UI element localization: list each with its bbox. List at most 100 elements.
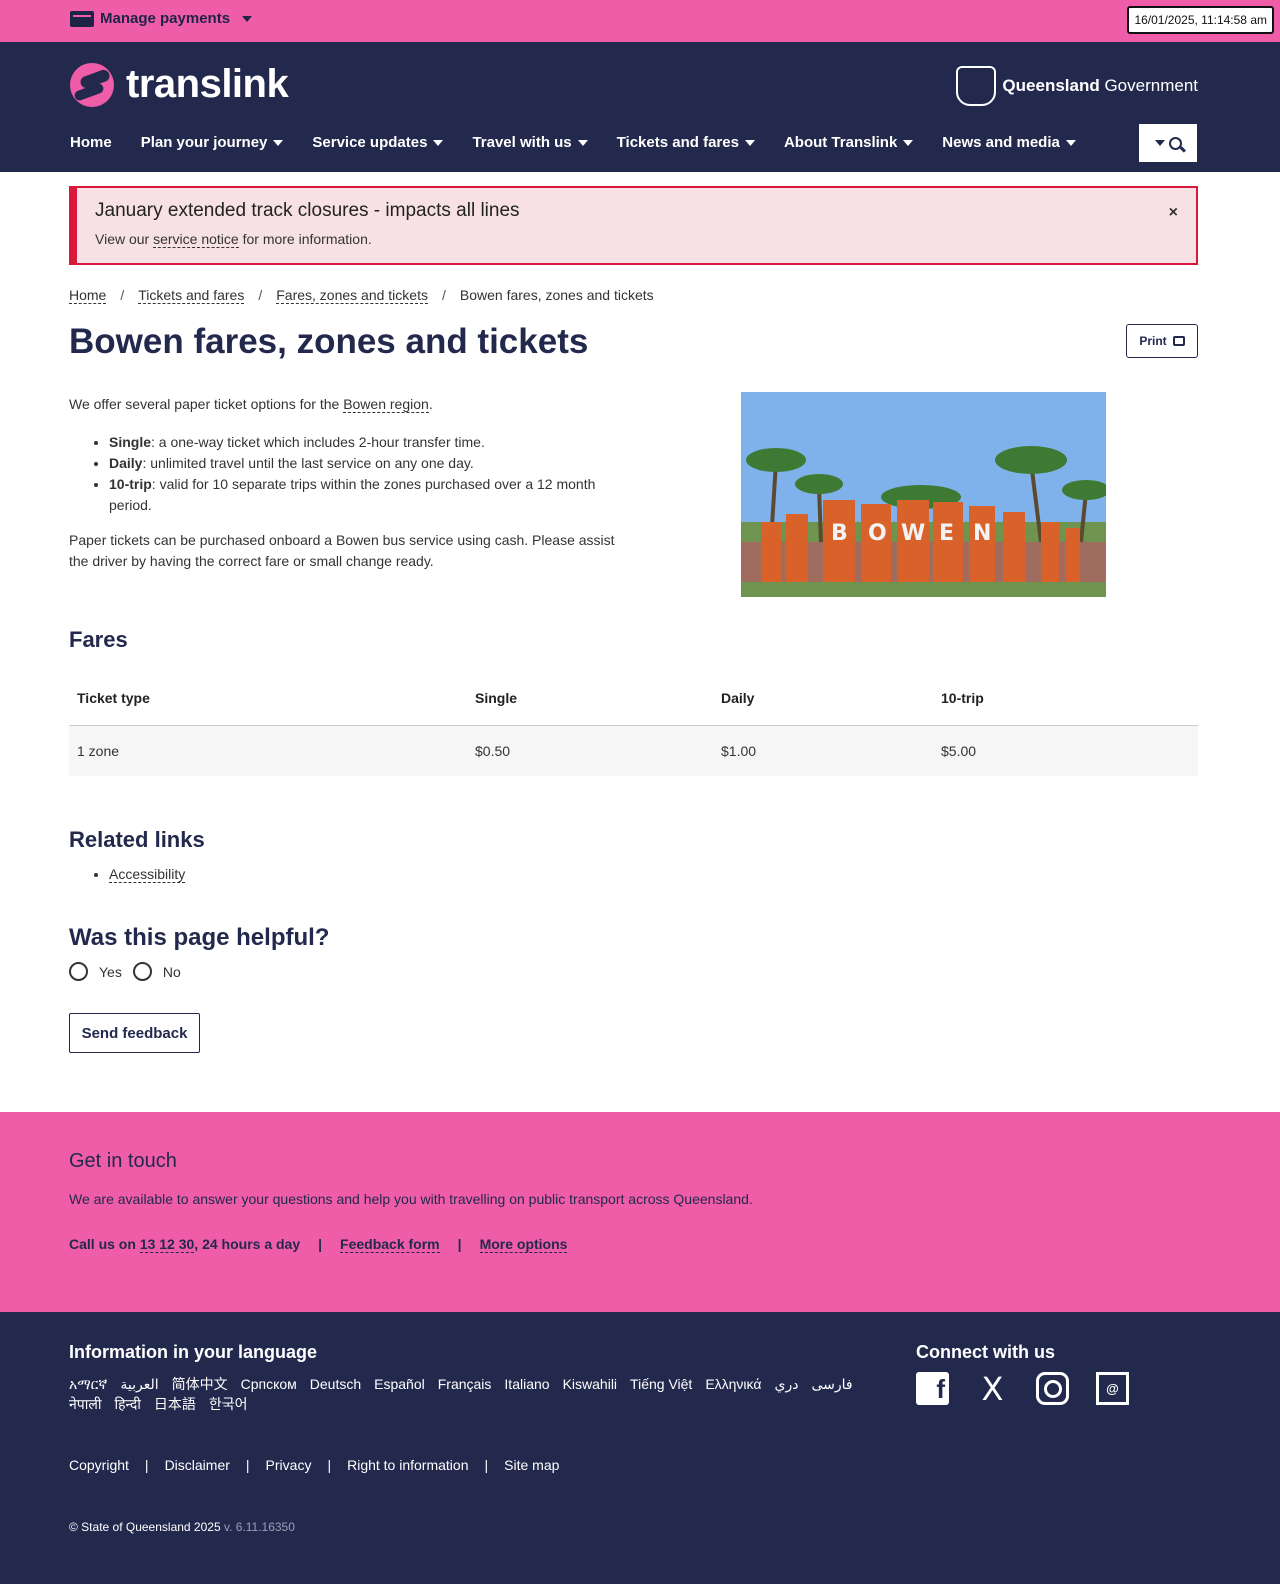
instagram-icon[interactable] [1036, 1372, 1069, 1405]
fares-table: Ticket type Single Daily 10-trip 1 zone … [69, 672, 1198, 776]
purchase-note: Paper tickets can be purchased onboard a… [69, 532, 615, 569]
breadcrumb-home[interactable]: Home [69, 287, 107, 304]
language-link[interactable]: فارسی [811, 1374, 852, 1394]
nav-home[interactable]: Home [70, 134, 112, 151]
language-link[interactable]: Deutsch [310, 1374, 361, 1394]
send-feedback-button[interactable]: Send feedback [69, 1013, 200, 1053]
language-link[interactable]: دري [774, 1374, 798, 1394]
nav-tickets-and-fares[interactable]: Tickets and fares [617, 134, 755, 151]
yes-label[interactable]: Yes [99, 964, 122, 980]
breadcrumb-fares-zones-tickets[interactable]: Fares, zones and tickets [276, 287, 428, 304]
column-header: Single [467, 672, 713, 726]
language-link[interactable]: हिन्दी [114, 1394, 140, 1414]
more-options-link[interactable]: More options [479, 1236, 568, 1253]
breadcrumb-separator: / [441, 287, 446, 303]
link-separator: | [457, 1236, 462, 1252]
feedback-form-link[interactable]: Feedback form [340, 1236, 440, 1253]
ticket-desc: : a one-way ticket which includes 2-hour… [151, 434, 485, 450]
link-separator: | [484, 1457, 489, 1473]
chevron-down-icon [903, 139, 914, 146]
alert-body-prefix: View our [95, 231, 154, 247]
nav-service-updates[interactable]: Service updates [312, 134, 444, 151]
table-cell: $1.00 [713, 725, 933, 776]
yes-radio[interactable] [69, 962, 88, 981]
manage-payments-label: Manage payments [100, 10, 231, 27]
fares-heading: Fares [69, 627, 128, 652]
table-cell: $0.50 [467, 725, 713, 776]
copyright-link[interactable]: Copyright [69, 1457, 129, 1473]
close-icon[interactable]: × [1169, 204, 1178, 222]
connect-heading: Connect with us [916, 1342, 1055, 1362]
breadcrumb: Home / Tickets and fares / Fares, zones … [69, 287, 654, 304]
queensland-government-logo[interactable]: Queensland Government [956, 66, 1198, 106]
bowen-sign-photo: B O W E N [741, 392, 1106, 597]
search-button[interactable] [1139, 124, 1197, 162]
manage-payments-menu[interactable]: Manage payments [70, 10, 253, 27]
language-link[interactable]: Tiếng Việt [630, 1374, 692, 1394]
printer-icon [1172, 336, 1185, 346]
list-item: 10-trip: valid for 10 separate trips wit… [109, 474, 629, 516]
column-header: 10-trip [933, 672, 1198, 726]
facebook-icon[interactable]: f [916, 1372, 949, 1405]
service-notice-link[interactable]: service notice [153, 231, 239, 248]
translink-logo-icon [70, 62, 114, 107]
version-label: v. 6.11.16350 [220, 1520, 295, 1534]
no-label[interactable]: No [163, 964, 181, 980]
language-link[interactable]: Српском [241, 1374, 297, 1394]
chevron-down-icon [433, 139, 444, 146]
privacy-link[interactable]: Privacy [266, 1457, 312, 1473]
ticket-name: Daily [109, 455, 143, 471]
language-heading: Information in your language [69, 1342, 318, 1362]
site-header: translink Queensland Government Home Pla… [0, 42, 1280, 172]
no-radio[interactable] [132, 962, 152, 981]
language-link[interactable]: አማርኛ [69, 1374, 107, 1394]
nav-plan-your-journey[interactable]: Plan your journey [141, 134, 284, 151]
list-item: Single: a one-way ticket which includes … [109, 432, 629, 453]
language-link[interactable]: Ελληνικά [705, 1374, 761, 1394]
site-map-link[interactable]: Site map [504, 1457, 559, 1473]
ticket-name: 10-trip [109, 476, 152, 492]
x-icon[interactable]: X [976, 1370, 1009, 1408]
bowen-region-link[interactable]: Bowen region [343, 396, 429, 413]
language-link[interactable]: Italiano [504, 1374, 549, 1394]
language-link[interactable]: 简体中文 [172, 1374, 228, 1394]
language-link[interactable]: العربية [120, 1374, 158, 1394]
disclaimer-link[interactable]: Disclaimer [165, 1457, 230, 1473]
language-link[interactable]: Français [438, 1374, 492, 1394]
related-links-list: Accessibility [109, 866, 186, 883]
ticket-desc: : valid for 10 separate trips within the… [109, 476, 596, 513]
copyright-label: © State of Queensland 2025 [69, 1520, 221, 1534]
language-link[interactable]: Español [374, 1374, 425, 1394]
translink-logo[interactable]: translink [70, 62, 289, 107]
helpful-options: Yes No [69, 962, 192, 981]
timestamp: 16/01/2025, 11:14:58 am [1127, 6, 1274, 34]
copyright-text: © State of Queensland 2025 v. 6.11.16350 [69, 1520, 295, 1534]
payment-card-icon [70, 10, 94, 27]
language-link[interactable]: 日本語 [154, 1394, 196, 1414]
language-link[interactable]: नेपाली [69, 1394, 101, 1414]
call-us: Call us on 13 12 30, 24 hours a day [69, 1236, 300, 1253]
related-links-heading: Related links [69, 827, 205, 852]
language-link[interactable]: 한국어 [209, 1394, 248, 1414]
link-separator: | [327, 1457, 332, 1473]
call-prefix: Call us on [69, 1236, 140, 1252]
language-link[interactable]: Kiswahili [563, 1374, 617, 1394]
chevron-down-icon [1065, 139, 1076, 146]
email-icon[interactable]: @ [1096, 1372, 1129, 1405]
nav-about-translink[interactable]: About Translink [783, 134, 914, 151]
nav-label: About Translink [783, 134, 898, 151]
accessibility-link[interactable]: Accessibility [109, 866, 186, 883]
call-suffix: , 24 hours a day [194, 1236, 301, 1252]
nav-news-and-media[interactable]: News and media [942, 134, 1076, 151]
right-to-information-link[interactable]: Right to information [347, 1457, 468, 1473]
nav-travel-with-us[interactable]: Travel with us [472, 134, 588, 151]
breadcrumb-tickets-and-fares[interactable]: Tickets and fares [138, 287, 245, 304]
sign-letter: E [939, 521, 954, 546]
phone-link[interactable]: 13 12 30 [139, 1236, 195, 1253]
column-header: Daily [713, 672, 933, 726]
logo-text: translink [126, 62, 289, 106]
chevron-down-icon [577, 139, 588, 146]
intro-section: We offer several paper ticket options fo… [69, 394, 629, 572]
service-alert: January extended track closures - impact… [69, 186, 1198, 265]
print-button[interactable]: Print [1126, 324, 1198, 358]
